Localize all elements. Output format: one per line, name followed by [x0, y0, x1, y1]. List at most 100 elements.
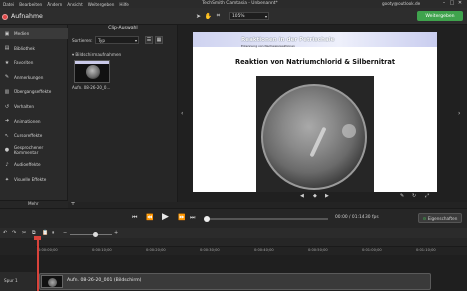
menu-weitergeben[interactable]: Weitergeben: [88, 2, 115, 7]
share-button[interactable]: Weitergeben: [417, 11, 463, 21]
annotation-icon: ✎: [4, 74, 10, 81]
hand-icon[interactable]: ✋: [205, 12, 212, 20]
sidebar-item-label: Visuelle Effekte: [14, 177, 47, 182]
sidebar-item-9[interactable]: ● Gesprochener Kommentar: [0, 145, 68, 156]
menu-ansicht[interactable]: Ansicht: [67, 2, 82, 7]
timeline-zoom-handle[interactable]: [93, 232, 98, 237]
next-marker-icon[interactable]: ▶: [325, 193, 329, 199]
cursor-icon: ↖: [4, 132, 10, 139]
crop-icon[interactable]: ⌗: [215, 12, 222, 20]
user-account[interactable]: gooty@outlook.de: [382, 1, 420, 6]
sidebar-item-label: Animationen: [14, 118, 41, 124]
transition-icon: ▥: [4, 88, 10, 95]
close-icon[interactable]: ✕: [456, 0, 464, 6]
menu-hilfe[interactable]: Hilfe: [119, 2, 129, 7]
menu-datei[interactable]: Datei: [3, 2, 14, 7]
arrow-icon[interactable]: ➤: [195, 12, 202, 20]
slide-banner-title: Reaktionen in der Petrischale: [241, 37, 335, 43]
split-icon[interactable]: ⏸: [52, 230, 55, 236]
sidebar-item-6[interactable]: ↺ Verhalten: [0, 101, 68, 112]
scrub-handle[interactable]: [204, 216, 210, 222]
more-button[interactable]: Mehr: [28, 201, 39, 206]
zoom-in-icon[interactable]: +: [114, 230, 118, 236]
slide-heading: Reaktion von Natriumchlorid & Silbernitr…: [235, 58, 395, 66]
ruler-tick: 0:00:10;00: [92, 248, 112, 252]
ruler-tick: 0:01:10;00: [416, 248, 436, 252]
sidebar-item-label: Gesprochener Kommentar: [13, 145, 44, 156]
sort-value: Typ: [98, 38, 106, 43]
audio-icon: ♪: [5, 161, 9, 168]
redo-icon[interactable]: ↷: [12, 230, 16, 236]
chevron-down-icon: ▾: [264, 14, 267, 19]
zoom-out-icon[interactable]: −: [63, 230, 67, 236]
sidebar-item-10[interactable]: ♪ Audioeffekte: [0, 159, 68, 170]
scrub-bar[interactable]: [208, 218, 328, 220]
track-label[interactable]: Spur 1: [0, 272, 36, 291]
star-icon: ★: [4, 59, 10, 66]
rewind-icon[interactable]: ⏪: [146, 214, 153, 221]
timeline-zoom-slider[interactable]: [70, 234, 112, 235]
petri-dish-photo: [256, 76, 374, 192]
sidebar-item-7[interactable]: ➜ Animationen: [0, 116, 68, 127]
menu-bearbeiten[interactable]: Bearbeiten: [19, 2, 42, 7]
group-header[interactable]: ▾ Bildschirmaufnahmen: [72, 52, 121, 57]
thumbnail-dish: [86, 65, 100, 79]
cut-icon[interactable]: ✂: [22, 230, 26, 236]
grid-view-icon[interactable]: ▦: [155, 36, 163, 44]
ruler-tick: 0:00:00;00: [38, 248, 58, 252]
window-controls: – □ ✕: [440, 0, 464, 6]
properties-button[interactable]: ⚙ Eigenschaften: [418, 213, 462, 223]
time-ruler[interactable]: [36, 238, 467, 247]
scroll-right-icon[interactable]: ›: [458, 110, 460, 117]
fullscreen-icon[interactable]: ⤢: [425, 193, 429, 199]
clip-thumbnail[interactable]: [74, 60, 110, 83]
preview-slide[interactable]: Reaktionen in der Petrischale Erkennung …: [193, 32, 437, 192]
sidebar-item-2[interactable]: ▤ Bibliothek: [0, 43, 68, 54]
chevron-down-icon: ▾: [134, 38, 137, 43]
animation-icon: ➜: [4, 118, 10, 125]
step-forward-icon[interactable]: ⏭: [190, 214, 195, 222]
menu-aendern[interactable]: Ändern: [47, 2, 62, 7]
mic-icon: ●: [4, 147, 10, 154]
list-view-icon[interactable]: ☰: [145, 36, 153, 44]
sidebar-item-5[interactable]: ▥ Übergangseffekte: [0, 86, 68, 97]
undo-icon[interactable]: ↶: [3, 230, 7, 236]
rotate-icon[interactable]: ↻: [412, 193, 416, 199]
timeline-clip-name: Aufn. 08-26-20_001 (Bildschirm): [67, 278, 142, 283]
library-icon: ▤: [4, 45, 10, 52]
sidebar-item-label: Cursoreffekte: [14, 133, 43, 139]
precipitate-cloud: [342, 124, 356, 138]
scroll-left-icon[interactable]: ‹: [181, 110, 183, 117]
sidebar-item-label: Übergangseffekte: [14, 89, 52, 95]
mark-icon[interactable]: ◆: [313, 193, 317, 199]
sort-select[interactable]: Typ ▾: [95, 36, 139, 44]
sidebar-item-4[interactable]: ✎ Anmerkungen: [0, 72, 68, 83]
record-label: Aufnahme: [11, 13, 43, 20]
ruler-tick: 0:00:40;00: [254, 248, 274, 252]
paste-icon[interactable]: 📋: [42, 230, 48, 236]
record-button[interactable]: Aufnahme: [2, 11, 43, 22]
media-icon: ▣: [4, 30, 10, 37]
play-button[interactable]: ▶: [160, 212, 171, 223]
sidebar-item-11[interactable]: ✦ Visuelle Effekte: [0, 174, 68, 185]
sidebar-item-label: Bibliothek: [14, 45, 35, 51]
minimize-icon[interactable]: –: [440, 0, 448, 6]
share-label: Weitergeben: [425, 13, 455, 19]
sidebar-item-label: Verhalten: [14, 104, 35, 109]
edit-icon[interactable]: ✎: [400, 193, 404, 199]
sidebar-item-3[interactable]: ★ Favoriten: [0, 57, 68, 68]
maximize-icon[interactable]: □: [448, 0, 456, 6]
sidebar-item-label: Anmerkungen: [14, 74, 44, 80]
sidebar-item-8[interactable]: ↖ Cursoreffekte: [0, 130, 68, 141]
zoom-select[interactable]: 105% ▾: [229, 12, 269, 20]
window-title: TechSmith Camtasia - Unbenannt*: [202, 1, 278, 6]
sidebar-item-1[interactable]: ▣ Medien: [0, 28, 68, 39]
sidebar-item-label: Medien: [14, 31, 30, 36]
clip-name: Aufn. 08-26-20_0...: [72, 85, 111, 90]
ruler-tick: 0:00:30;00: [200, 248, 220, 252]
step-back-icon[interactable]: ⏮: [132, 214, 137, 222]
forward-icon[interactable]: ⏩: [178, 214, 185, 221]
prev-marker-icon[interactable]: ◀: [300, 193, 304, 199]
playhead[interactable]: [37, 238, 39, 291]
thumbnail-banner: [75, 61, 109, 64]
